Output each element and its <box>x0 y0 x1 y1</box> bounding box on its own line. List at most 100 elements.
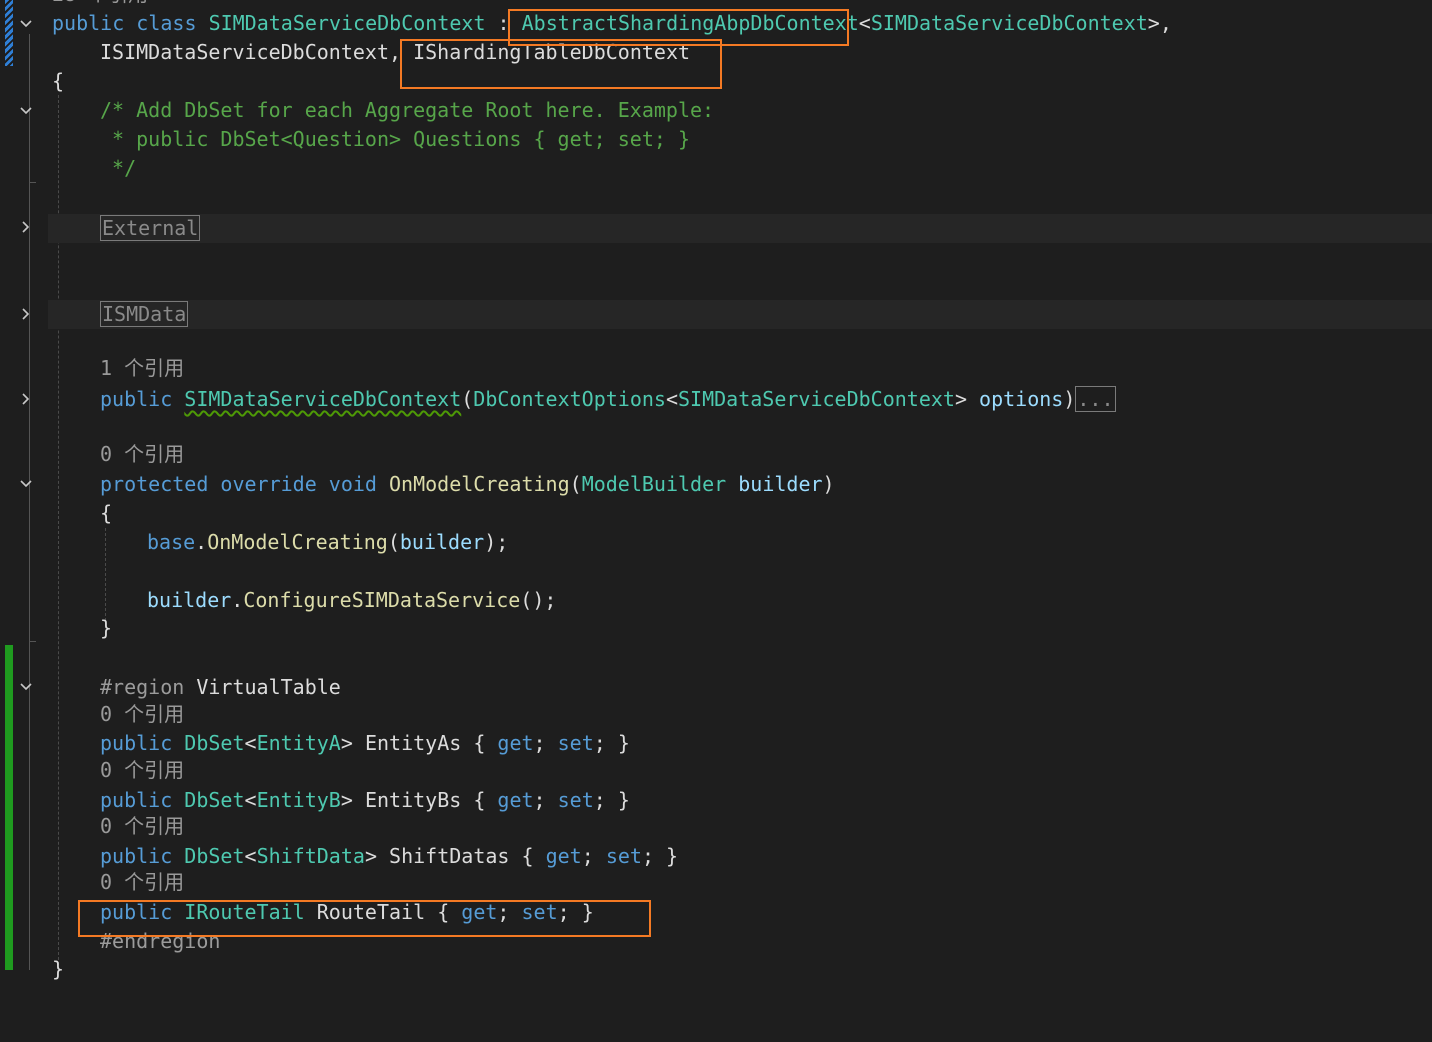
code-line-configure-call: builder.ConfigureSIMDataService(); <box>0 586 1432 615</box>
angle-open: < <box>858 11 871 35</box>
accessor-open: { <box>473 731 498 755</box>
code-line-codelens: 0 个引用 <box>0 812 1432 841</box>
codelens-references[interactable]: 28 个引用 <box>52 0 148 9</box>
accessor-close: } <box>617 788 630 812</box>
accessor-open: { <box>521 844 546 868</box>
paren-open: ( <box>461 387 474 411</box>
collapsed-region-ismdata[interactable]: ISMData <box>100 301 189 327</box>
code-line-brace: } <box>0 614 1432 643</box>
keyword-public: public <box>52 11 125 35</box>
comment-text: /* Add DbSet for each Aggregate Root her… <box>100 98 715 122</box>
type-argument: SIMDataServiceDbContext <box>678 387 955 411</box>
keyword-get: get <box>497 788 534 812</box>
code-line-region-start: #region VirtualTable <box>0 673 1432 702</box>
paren-close: ) <box>822 472 835 496</box>
code-line-constructor: public SIMDataServiceDbContext (DbContext… <box>0 385 1432 414</box>
parameter-name: options <box>979 387 1064 411</box>
argument: builder <box>399 530 485 554</box>
codelens-references[interactable]: 0 个引用 <box>100 812 184 841</box>
keyword-protected: protected <box>100 472 209 496</box>
semicolon: ; <box>533 788 558 812</box>
code-editor[interactable]: 28 个引用 public class SIMDataServiceDbCont… <box>0 0 1432 981</box>
keyword-void: void <box>328 472 377 496</box>
code-line-base-call: base.OnModelCreating(builder); <box>0 528 1432 557</box>
angle-close: > <box>340 788 353 812</box>
keyword-public: public <box>100 731 173 755</box>
code-line-codelens: 1 个引用 <box>0 354 1432 383</box>
accessor-close: } <box>666 844 679 868</box>
property-name: ShiftDatas <box>389 844 510 868</box>
code-line-codelens: 0 个引用 <box>0 756 1432 785</box>
collapsed-region-external[interactable]: External <box>100 215 201 241</box>
type-argument: EntityB <box>256 788 341 812</box>
property-name: EntityAs <box>364 731 462 755</box>
code-line-property: public DbSet<EntityA> EntityAs { get; se… <box>0 729 1432 758</box>
type-argument: EntityA <box>256 731 341 755</box>
keyword-set: set <box>557 731 594 755</box>
code-line: 28 个引用 <box>0 0 1432 9</box>
accessor-open: { <box>473 788 498 812</box>
code-line-region-external: External <box>0 214 1432 243</box>
property-name: EntityBs <box>364 788 462 812</box>
code-line-region-ismdata: ISMData <box>0 300 1432 329</box>
code-line-codelens: 0 个引用 <box>0 440 1432 469</box>
codelens-references[interactable]: 1 个引用 <box>100 354 184 383</box>
dot: . <box>195 530 208 554</box>
keyword-public: public <box>100 844 173 868</box>
code-line-method: protected override void OnModelCreating(… <box>0 470 1432 499</box>
keyword-set: set <box>557 788 594 812</box>
codelens-references[interactable]: 0 个引用 <box>100 756 184 785</box>
variable: builder <box>147 588 232 612</box>
annotation-box-interface <box>400 39 722 89</box>
angle-open: < <box>244 788 257 812</box>
codelens-references[interactable]: 0 个引用 <box>100 700 184 729</box>
code-line-codelens: 0 个引用 <box>0 700 1432 729</box>
angle-open: < <box>244 844 257 868</box>
dot: . <box>231 588 244 612</box>
keyword-public: public <box>100 788 173 812</box>
semicolon: ; <box>581 844 606 868</box>
semicolon: ; <box>593 731 618 755</box>
collapsed-body[interactable]: ... <box>1075 386 1116 412</box>
comment-text: */ <box>100 156 137 180</box>
parameter-name: builder <box>738 472 823 496</box>
codelens-references[interactable]: 0 个引用 <box>100 868 184 897</box>
comment-text: * public DbSet<Question> Questions { get… <box>100 127 691 151</box>
annotation-box-route-tail <box>78 900 651 937</box>
parameter-type: ModelBuilder <box>581 472 727 496</box>
type-argument: ShiftData <box>256 844 365 868</box>
paren-open: ( <box>569 472 582 496</box>
keyword-public: public <box>100 387 173 411</box>
method-call: ConfigureSIMDataService <box>243 588 521 612</box>
codelens-references[interactable]: 0 个引用 <box>100 440 184 469</box>
angle-open: < <box>665 387 678 411</box>
keyword-set: set <box>605 844 642 868</box>
semicolon: ; <box>641 844 667 868</box>
keyword-get: get <box>545 844 582 868</box>
property-type: DbSet <box>184 731 245 755</box>
open-brace: { <box>52 69 65 93</box>
interface-name: ISIMDataServiceDbContext <box>100 40 389 64</box>
semicolon: ; <box>533 731 558 755</box>
open-brace: { <box>100 501 113 525</box>
code-line-comment: * public DbSet<Question> Questions { get… <box>0 125 1432 154</box>
region-name: VirtualTable <box>184 675 341 699</box>
keyword-class: class <box>136 11 197 35</box>
keyword-get: get <box>497 731 534 755</box>
code-line-property: public DbSet<EntityB> EntityBs { get; se… <box>0 786 1432 815</box>
type-argument: SIMDataServiceDbContext <box>870 11 1148 35</box>
preprocessor-region: #region <box>100 675 185 699</box>
keyword-override: override <box>220 472 317 496</box>
angle-close: > <box>364 844 377 868</box>
class-name: SIMDataServiceDbContext <box>208 11 486 35</box>
property-type: DbSet <box>184 788 245 812</box>
accessor-close: } <box>617 731 630 755</box>
method-call: OnModelCreating <box>207 530 388 554</box>
property-type: DbSet <box>184 844 245 868</box>
call-parens: (); <box>520 588 557 612</box>
angle-close: > <box>1147 11 1160 35</box>
paren-open: ( <box>387 530 400 554</box>
parameter-type: DbContextOptions <box>473 387 666 411</box>
code-line-brace: { <box>0 499 1432 528</box>
code-line-property: public DbSet<ShiftData> ShiftDatas { get… <box>0 842 1432 871</box>
